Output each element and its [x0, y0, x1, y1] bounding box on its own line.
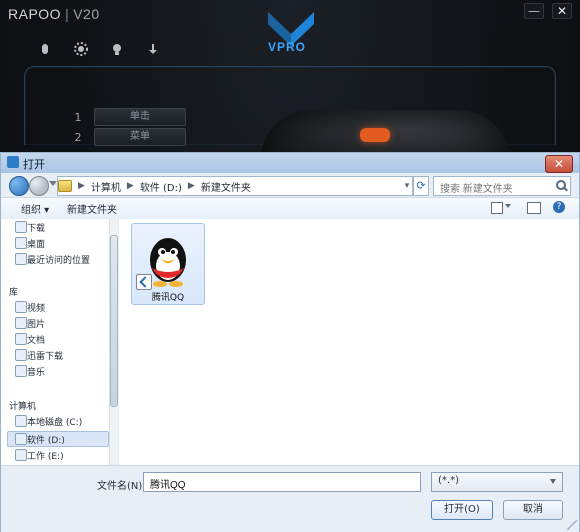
app-brand: RAPOO | V20 — [8, 6, 100, 22]
menu-row-1: 1 单击 — [74, 108, 186, 126]
history-dropdown-icon[interactable] — [49, 181, 57, 186]
folder-icon — [58, 180, 72, 192]
dialog-title: 打开 — [23, 158, 45, 171]
preview-pane-icon[interactable] — [527, 202, 541, 214]
nav-item-videos[interactable]: 视频 — [27, 301, 45, 314]
forward-button[interactable] — [29, 176, 49, 196]
nav-item-drive-c[interactable]: 本地磁盘 (C:) — [27, 415, 82, 428]
menu-index-1: 1 — [74, 110, 82, 124]
drive-d-icon — [15, 433, 27, 445]
nav-item-thunder-downloads[interactable]: 迅雷下载 — [27, 349, 63, 362]
pictures-icon — [15, 317, 27, 329]
thunder-downloads-icon — [15, 349, 27, 361]
filename-field[interactable] — [143, 472, 554, 492]
organize-menu[interactable]: 组织 ▾ — [21, 201, 49, 216]
mouse-icon[interactable] — [38, 42, 52, 56]
search-box[interactable] — [433, 176, 571, 198]
menu-index-2: 2 — [74, 130, 82, 144]
breadcrumb-item[interactable]: 计算机 — [91, 179, 121, 194]
music-icon — [15, 365, 27, 377]
back-button[interactable] — [9, 176, 29, 196]
cancel-button[interactable]: 取消 — [503, 500, 563, 520]
nav-item-drive-d[interactable]: 软件 (D:) — [27, 433, 65, 446]
nav-item-drive-e[interactable]: 工作 (E:) — [27, 449, 64, 462]
dialog-titlebar: 打开 ✕ — [1, 153, 579, 173]
file-type-dropdown-icon[interactable] — [550, 479, 556, 484]
breadcrumb-separator: ▶ — [78, 181, 85, 191]
breadcrumb-separator: ▶ — [126, 181, 134, 191]
menu-button-click[interactable]: 单击 — [94, 108, 186, 126]
file-list-pane: 腾讯QQ — [119, 219, 579, 465]
menu-button-menu[interactable]: 菜单 — [94, 128, 186, 146]
resize-grip[interactable] — [567, 520, 577, 530]
breadcrumb-separator: ▶ — [187, 181, 195, 191]
libraries-section[interactable]: 库 — [9, 285, 18, 298]
documents-icon — [15, 333, 27, 345]
file-item[interactable]: 腾讯QQ — [131, 223, 205, 305]
nav-item-downloads[interactable]: 下载 — [27, 221, 45, 234]
videos-icon — [15, 301, 27, 313]
dialog-app-icon — [7, 156, 19, 168]
address-dropdown-icon[interactable]: ▾ — [402, 181, 412, 191]
nav-item-documents[interactable]: 文档 — [27, 333, 45, 346]
new-folder-button[interactable]: 新建文件夹 — [67, 201, 117, 216]
menu-row-2: 2 菜单 — [74, 128, 186, 146]
shortcut-arrow-icon — [136, 274, 152, 290]
search-icon — [556, 180, 566, 190]
brand-separator: | — [65, 6, 70, 22]
filename-label: 文件名(N): — [97, 481, 146, 492]
breadcrumb-item[interactable]: 新建文件夹 — [201, 179, 251, 194]
filename-input[interactable] — [144, 475, 406, 492]
navigation-pane: 下载 桌面 最近访问的位置 库 视频 图片 文档 迅雷下载 音乐 计算机 本地磁… — [1, 219, 118, 465]
open-file-dialog: 打开 ✕ ▶ 计算机 ▶ 软件 (D:) ▶ 新建文件夹 ▾ ⟳ 组织 ▾ 新建… — [0, 152, 580, 532]
dialog-close-button[interactable]: ✕ — [545, 155, 573, 173]
search-input[interactable] — [434, 181, 556, 198]
dialog-footer: 文件名(N): (*.*) 打开(O) 取消 — [1, 465, 579, 532]
nav-item-pictures[interactable]: 图片 — [27, 317, 45, 330]
download-folder-icon — [15, 221, 27, 233]
window-controls: — ✕ — [524, 3, 572, 19]
help-icon[interactable]: ? — [553, 201, 565, 213]
computer-section[interactable]: 计算机 — [9, 399, 36, 412]
download-icon[interactable] — [146, 42, 160, 56]
toolbar-icons — [38, 42, 160, 56]
open-button[interactable]: 打开(O) — [431, 500, 493, 520]
close-button[interactable]: ✕ — [552, 3, 572, 19]
navigation-scroll-thumb[interactable] — [110, 235, 118, 407]
brand-model: V20 — [73, 6, 100, 22]
drive-e-icon — [15, 449, 27, 461]
view-dropdown-icon[interactable] — [505, 204, 511, 208]
breadcrumb-item[interactable]: 软件 (D:) — [140, 179, 182, 194]
address-breadcrumb[interactable]: ▶ 计算机 ▶ 软件 (D:) ▶ 新建文件夹 ▾ — [57, 176, 413, 196]
dialog-toolbar: 组织 ▾ 新建文件夹 ? — [1, 197, 579, 221]
recent-places-icon — [15, 253, 27, 265]
nav-item-desktop[interactable]: 桌面 — [27, 237, 45, 250]
nav-item-recent[interactable]: 最近访问的位置 — [27, 253, 90, 266]
desktop-icon — [15, 237, 27, 249]
nav-item-music[interactable]: 音乐 — [27, 365, 45, 378]
brand-name: RAPOO — [8, 6, 62, 22]
file-type-select[interactable]: (*.*) — [431, 472, 563, 492]
file-type-value: (*.*) — [438, 475, 459, 486]
gear-icon[interactable] — [74, 42, 88, 56]
file-name: 腾讯QQ — [151, 293, 185, 303]
refresh-button[interactable]: ⟳ — [413, 176, 429, 196]
bulb-icon[interactable] — [110, 42, 124, 56]
view-icon[interactable] — [491, 202, 503, 214]
navigation-bar: ▶ 计算机 ▶ 软件 (D:) ▶ 新建文件夹 ▾ ⟳ — [1, 173, 579, 198]
mouse-accent — [360, 128, 390, 142]
drive-c-icon — [15, 415, 27, 427]
minimize-button[interactable]: — — [524, 3, 544, 19]
vpro-wordmark: VPRO — [268, 40, 307, 54]
